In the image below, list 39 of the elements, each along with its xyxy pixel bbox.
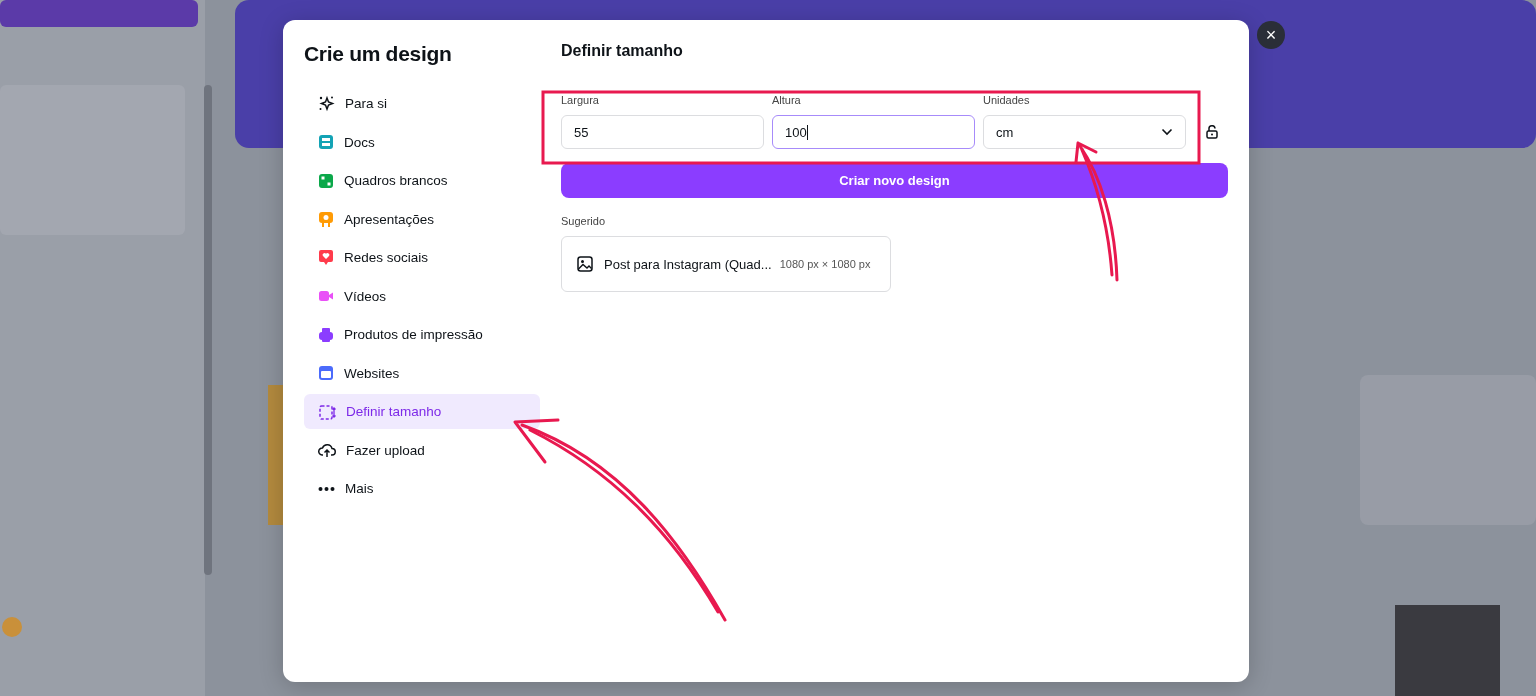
suggestion-name: Post para Instagram (Quad...: [604, 256, 772, 272]
sidebar-item[interactable]: Mais: [304, 471, 540, 506]
video-camera-icon: [318, 288, 334, 304]
field-label: Altura: [772, 94, 802, 106]
field-label: Largura: [561, 94, 600, 106]
suggestion-size: 1080 px × 1080 px: [779, 258, 871, 270]
image-icon: [577, 256, 593, 272]
dialog-title: Crie um design: [304, 42, 453, 66]
document-icon: [318, 134, 334, 150]
resize-icon: [318, 402, 336, 421]
cloud-upload-icon: [318, 442, 336, 458]
sidebar-item[interactable]: Redes sociais: [304, 240, 540, 275]
sidebar-item[interactable]: Produtos de impressão: [304, 317, 540, 352]
text-cursor: [806, 124, 808, 140]
create-design-button[interactable]: Criar novo design: [561, 163, 1228, 198]
sidebar-item[interactable]: Quadros brancos: [304, 163, 540, 198]
sparkle-icon: [318, 95, 335, 112]
whiteboard-icon: [318, 172, 334, 189]
browser-window-icon: [318, 365, 334, 381]
panel-title: Definir tamanho: [561, 42, 684, 60]
sidebar-item[interactable]: Definir tamanho: [304, 394, 540, 429]
chevron-down-icon: [1161, 128, 1173, 136]
more-dots-icon: [318, 485, 335, 492]
field-label: Unidades: [983, 94, 1031, 106]
suggestion-card[interactable]: Post para Instagram (Quad... 1080 px × 1080 px: [561, 236, 891, 292]
unlocked-padlock-icon[interactable]: [1206, 125, 1218, 139]
heart-icon: [318, 249, 334, 266]
sidebar-item[interactable]: Websites: [304, 355, 540, 391]
sidebar-item[interactable]: Fazer upload: [304, 432, 540, 468]
sidebar-item[interactable]: Vídeos: [304, 278, 540, 314]
units-dropdown[interactable]: cm: [983, 115, 1186, 149]
sidebar-item[interactable]: Para si: [304, 86, 540, 121]
number-field[interactable]: 100: [772, 115, 975, 149]
printer-icon: [318, 326, 334, 343]
section-label: Sugerido: [561, 215, 607, 227]
number-field[interactable]: 55: [561, 115, 764, 149]
sidebar-item[interactable]: Docs: [304, 124, 540, 160]
presentation-icon: [318, 210, 334, 228]
sidebar-item[interactable]: Apresentações: [304, 201, 540, 237]
